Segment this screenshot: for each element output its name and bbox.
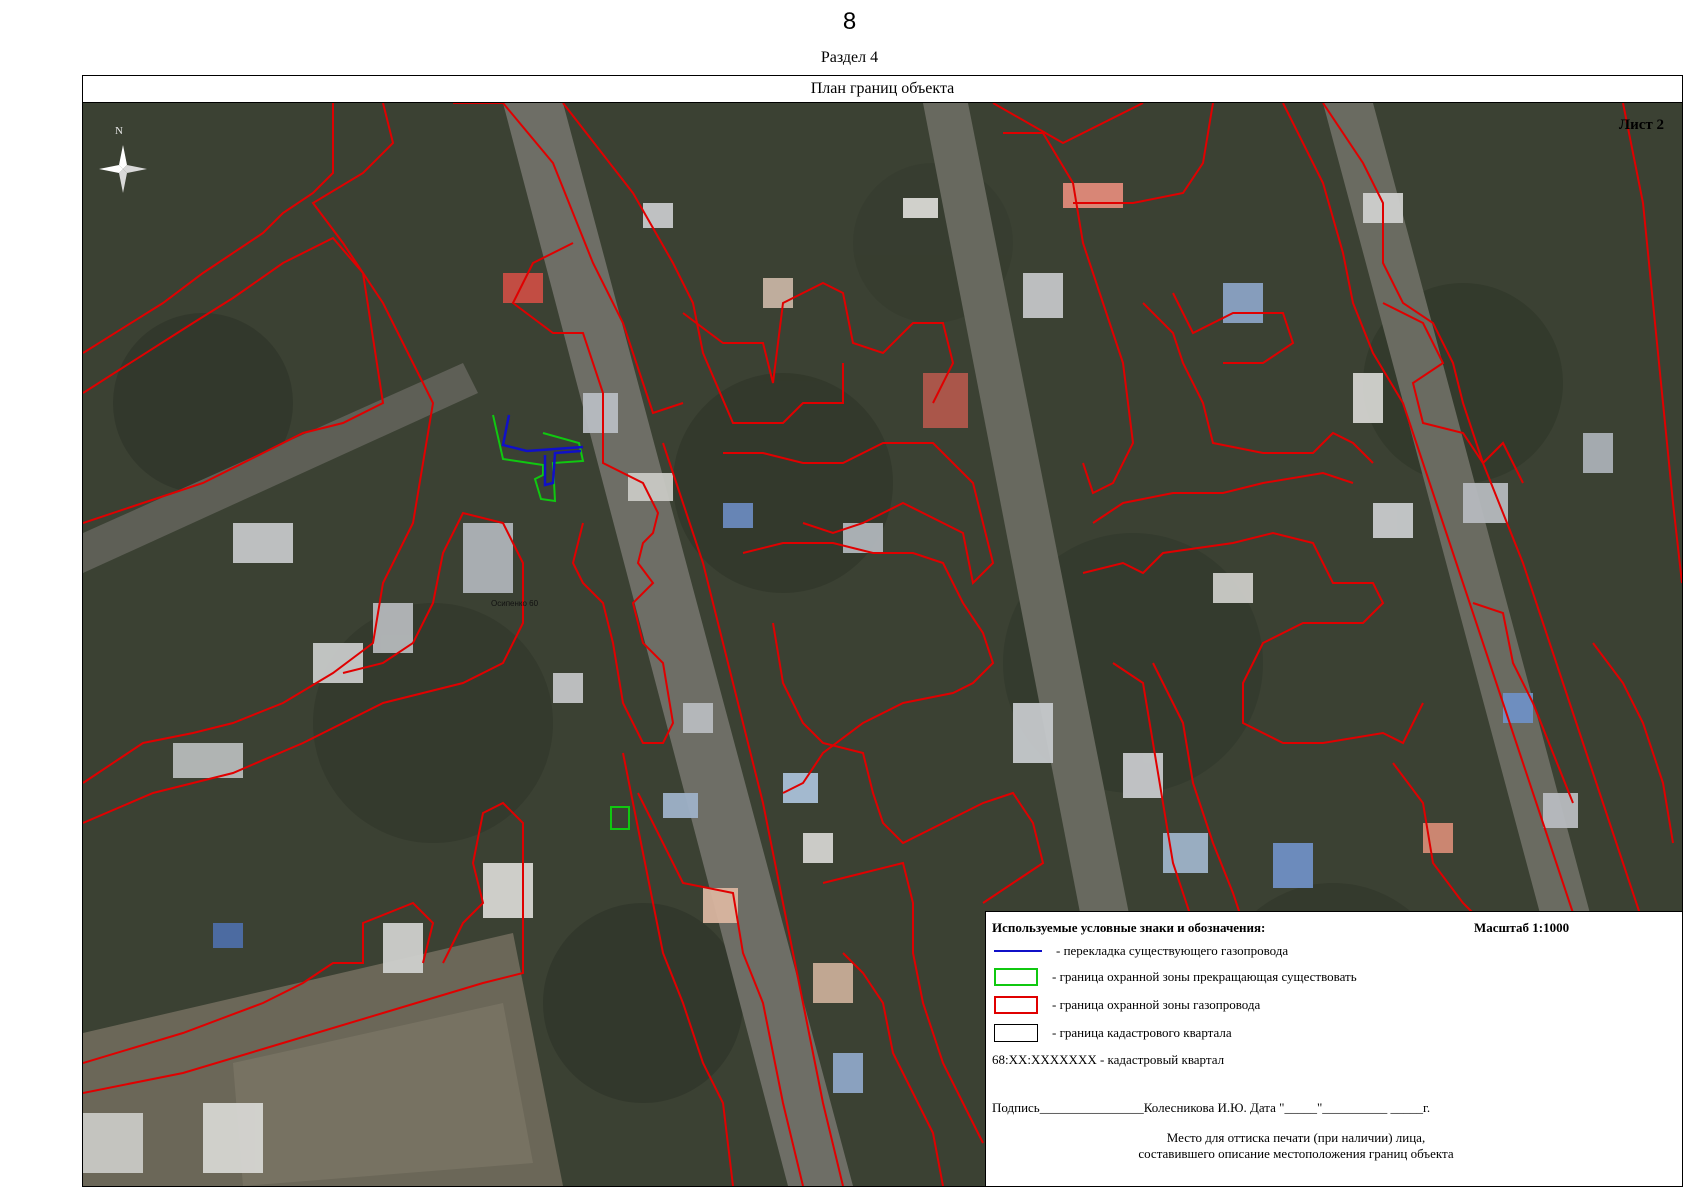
legend-panel: Используемые условные знаки и обозначени… (985, 911, 1682, 1186)
black-box-swatch (994, 1024, 1038, 1042)
legend-title: Используемые условные знаки и обозначени… (992, 920, 1266, 935)
signature-line: Подпись________________Колесникова И.Ю. … (992, 1100, 1431, 1115)
legend-item-gas-zone: - граница охранной зоны газопровода (994, 994, 1260, 1016)
red-box-swatch (994, 996, 1038, 1014)
legend-item-ceasing-zone: - граница охранной зоны прекращающая сущ… (994, 966, 1357, 988)
legend-item-gas-relocation: - перекладка существующего газопровода (994, 940, 1288, 962)
blue-line-swatch (994, 950, 1042, 952)
green-box-swatch (994, 968, 1038, 986)
plan-title: План границ объекта (83, 76, 1682, 103)
north-label: N (115, 125, 123, 137)
satellite-map[interactable]: N Лист 2 Осипенко 60 Используемые условн… (83, 103, 1682, 1186)
section-heading: Раздел 4 (820, 49, 879, 66)
map-scale: Масштаб 1:1000 (1474, 920, 1570, 935)
plan-frame: План границ объекта N Лист 2 Осипенко 60… (82, 75, 1683, 1187)
page-number: 8 (842, 8, 857, 35)
legend-item-cadastral: - граница кадастрового квартала (994, 1022, 1232, 1044)
object-label: Осипенко 60 (491, 599, 539, 608)
stamp-place: Место для оттиска печати (при наличии) л… (1138, 1130, 1454, 1161)
cadastral-note: 68:ХХ:ХХХХХХХ - кадастровый квартал (992, 1052, 1225, 1067)
sheet-label: Лист 2 (1618, 117, 1664, 133)
